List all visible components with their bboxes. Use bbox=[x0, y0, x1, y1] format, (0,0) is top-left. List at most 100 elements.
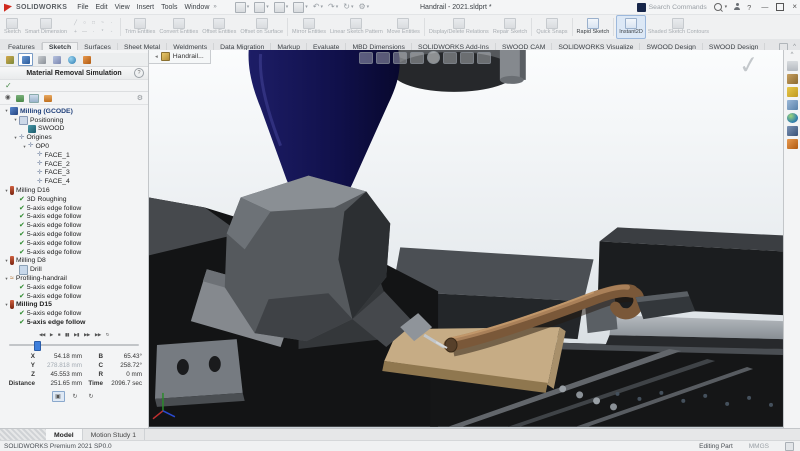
tree-item[interactable]: ✛FACE_4 bbox=[0, 177, 148, 186]
confirmation-corner-check[interactable]: ✓ bbox=[737, 53, 760, 80]
expand-arrow-icon[interactable]: ▾ bbox=[3, 258, 10, 264]
ribbon-button-mirror-entities[interactable]: Mirror Entities bbox=[290, 16, 328, 38]
tree-item[interactable]: ▾≈Profiling-handrail bbox=[0, 274, 148, 283]
ribbon-button-smart-dimension[interactable]: Smart Dimension bbox=[23, 16, 69, 38]
tree-item[interactable]: ✔5-axis edge follow bbox=[0, 213, 148, 222]
ribbon-button-move-entities[interactable]: Move Entities bbox=[385, 16, 422, 38]
dropdown-caret-icon[interactable]: ▾ bbox=[367, 4, 370, 10]
tree-item[interactable]: ✛FACE_2 bbox=[0, 160, 148, 169]
expand-arrow-icon[interactable]: ▾ bbox=[12, 117, 19, 123]
sketch-shapes-cluster[interactable]: ╱○□~·+—·*◦ bbox=[71, 18, 116, 36]
status-tag-icon[interactable] bbox=[785, 442, 794, 451]
close-button[interactable]: × bbox=[792, 3, 797, 11]
redo-button[interactable]: ↷▾ bbox=[328, 3, 338, 11]
dropdown-caret-icon[interactable]: ▾ bbox=[351, 4, 354, 10]
tree-item[interactable]: ▾✛Origines bbox=[0, 133, 148, 142]
tree-item[interactable]: ✔5-axis edge follow bbox=[0, 248, 148, 257]
dropdown-caret-icon[interactable]: ▾ bbox=[305, 4, 308, 10]
minimize-button[interactable]: — bbox=[761, 4, 768, 11]
dimxpertmanager-tab[interactable] bbox=[50, 54, 63, 65]
task-pane-collapse-icon[interactable]: ^ bbox=[791, 52, 794, 58]
tree-item[interactable]: ✔5-axis edge follow bbox=[0, 292, 148, 301]
shape-tool-icon[interactable]: □ bbox=[89, 18, 98, 27]
search-caret-icon[interactable]: ▾ bbox=[725, 4, 728, 10]
menu-window[interactable]: Window bbox=[184, 4, 209, 11]
menu-edit[interactable]: Edit bbox=[96, 4, 108, 11]
task-pane-custom-properties-icon[interactable] bbox=[787, 126, 798, 136]
search-commands-input[interactable]: Search Commands ▾ bbox=[637, 3, 728, 12]
expand-arrow-icon[interactable]: ▾ bbox=[3, 302, 10, 308]
show-target-toggle[interactable]: ◉ bbox=[5, 95, 11, 102]
expand-arrow-icon[interactable]: ▾ bbox=[3, 188, 10, 194]
stop-button[interactable]: ■ bbox=[57, 333, 61, 338]
document-tab[interactable]: ◂ Handrail... bbox=[149, 50, 211, 64]
ribbon-button-quick-snaps[interactable]: Quick Snaps bbox=[534, 16, 569, 38]
shape-tool-icon[interactable]: * bbox=[98, 27, 107, 36]
fixture-plate[interactable] bbox=[155, 339, 243, 399]
tree-item[interactable]: ▾Milling (GCODE) bbox=[0, 107, 148, 116]
ribbon-button-convert-entities[interactable]: Convert Entities bbox=[157, 16, 200, 38]
shape-tool-icon[interactable]: ~ bbox=[98, 18, 107, 27]
show-part-toggle[interactable] bbox=[29, 94, 39, 103]
shape-tool-icon[interactable]: · bbox=[89, 27, 98, 36]
task-pane-view-palette-icon[interactable] bbox=[787, 100, 798, 110]
play-button[interactable]: ▶ bbox=[49, 333, 54, 338]
shape-tool-icon[interactable]: · bbox=[107, 18, 116, 27]
expand-arrow-icon[interactable]: ▾ bbox=[21, 144, 28, 150]
loop-button[interactable]: ↻ bbox=[105, 333, 110, 338]
task-pane-swood-icon[interactable] bbox=[787, 139, 798, 149]
tree-item[interactable]: SWOOD bbox=[0, 125, 148, 134]
menu-insert[interactable]: Insert bbox=[137, 4, 155, 11]
shape-tool-icon[interactable]: ◦ bbox=[107, 27, 116, 36]
tree-item[interactable]: ▾Milling D16 bbox=[0, 186, 148, 195]
shape-tool-icon[interactable]: ○ bbox=[80, 18, 89, 27]
units-selector[interactable]: MMGS bbox=[749, 443, 769, 450]
tree-item[interactable]: ✔5-axis edge follow bbox=[0, 239, 148, 248]
new-button[interactable]: ▾ bbox=[235, 2, 250, 13]
loop-playback-button[interactable]: ↻ bbox=[70, 392, 81, 401]
shape-tool-icon[interactable]: — bbox=[80, 27, 89, 36]
dropdown-caret-icon[interactable]: ▾ bbox=[321, 4, 324, 10]
tree-item[interactable]: ✔5-axis edge follow bbox=[0, 221, 148, 230]
section-view-icon[interactable] bbox=[410, 52, 424, 64]
tree-item[interactable]: ✛FACE_1 bbox=[0, 151, 148, 160]
tree-item[interactable]: ✔3D Roughing bbox=[0, 195, 148, 204]
show-stock-toggle[interactable] bbox=[16, 95, 24, 102]
viewport-3d-scene[interactable] bbox=[149, 50, 783, 427]
pause-button[interactable]: ▮▮ bbox=[64, 333, 70, 338]
tree-item[interactable]: ▾Milling D15 bbox=[0, 301, 148, 310]
chevron-left-icon[interactable]: ◂ bbox=[155, 54, 158, 60]
expand-arrow-icon[interactable]: ▾ bbox=[3, 276, 10, 282]
ribbon-button-offset-entities[interactable]: Offset Entities bbox=[200, 16, 238, 38]
appearance-icon[interactable] bbox=[477, 52, 491, 64]
tree-item[interactable]: ▾Positioning bbox=[0, 116, 148, 125]
step-forward-button[interactable]: ▶▮ bbox=[73, 333, 80, 338]
zoom-area-icon[interactable] bbox=[376, 52, 390, 64]
rebuild-button[interactable]: ↻▾ bbox=[343, 3, 353, 11]
menu-file[interactable]: File bbox=[77, 4, 88, 11]
ribbon-button-shaded-sketch-contours[interactable]: Shaded Sketch Contours bbox=[646, 16, 711, 38]
slider-handle[interactable] bbox=[34, 341, 41, 351]
tree-item[interactable]: ✔5-axis edge follow bbox=[0, 309, 148, 318]
go-to-start-button[interactable]: ◀◀ bbox=[38, 333, 46, 338]
record-simulation-button[interactable]: ▣ bbox=[52, 391, 65, 402]
slider-track[interactable] bbox=[9, 344, 139, 346]
tree-item[interactable]: ✔5-axis edge follow bbox=[0, 283, 148, 292]
display-style-icon[interactable] bbox=[443, 52, 457, 64]
featuremanager-tab[interactable] bbox=[3, 54, 16, 65]
dropdown-caret-icon[interactable]: ▾ bbox=[286, 4, 289, 10]
panel-help-icon[interactable]: ? bbox=[134, 68, 144, 78]
tree-item[interactable]: ✔5-axis edge follow bbox=[0, 204, 148, 213]
shape-tool-icon[interactable]: ╱ bbox=[71, 18, 80, 27]
dropdown-caret-icon[interactable]: ▾ bbox=[336, 4, 339, 10]
ribbon-button-offset-on-surface[interactable]: Offset on Surface bbox=[238, 16, 285, 38]
ribbon-button-trim-entities[interactable]: Trim Entities bbox=[123, 16, 157, 38]
ribbon-button-sketch[interactable]: Sketch bbox=[2, 16, 23, 38]
menu-customize-icon[interactable]: » bbox=[213, 4, 216, 10]
help-icon[interactable]: ? bbox=[747, 3, 751, 12]
simulation-slider[interactable] bbox=[9, 341, 139, 349]
propertymanager-tab[interactable] bbox=[18, 53, 33, 66]
tree-item[interactable]: Drill bbox=[0, 265, 148, 274]
ribbon-button-instant2d[interactable]: Instant2D bbox=[616, 15, 646, 39]
shape-tool-icon[interactable]: + bbox=[71, 27, 80, 36]
